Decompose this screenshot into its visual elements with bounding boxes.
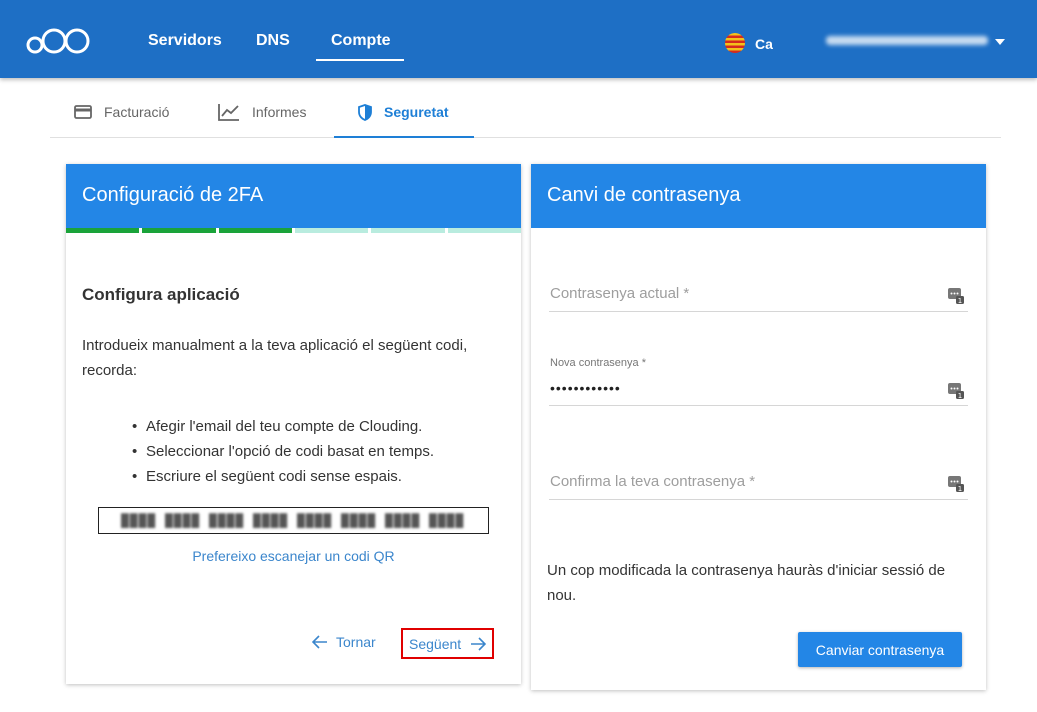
new-password-label: Nova contrasenya * (550, 357, 646, 369)
secret-code-box[interactable]: ████ ████ ████ ████ ████ ████ ████ ████ (98, 507, 489, 534)
nav-servidors[interactable]: Servidors (148, 32, 222, 50)
password-manager-icon[interactable]: 1 (948, 476, 964, 497)
language-selector[interactable]: Ca (755, 36, 773, 52)
arrow-left-icon (312, 635, 328, 649)
step-title: Configura aplicació (82, 285, 240, 304)
password-manager-icon[interactable]: 1 (948, 288, 964, 309)
list-item: Afegir l'email del teu compte de Cloudin… (146, 414, 434, 439)
clouding-logo[interactable] (25, 25, 91, 57)
password-title: Canvi de contrasenya (531, 164, 986, 228)
relogin-note: Un cop modificada la contrasenya hauràs … (547, 562, 946, 604)
svg-text:1: 1 (958, 392, 962, 399)
arrow-right-icon (470, 636, 487, 651)
password-card: Canvi de contrasenya Contrasenya actual … (531, 164, 986, 690)
top-navbar: Servidors DNS Compte Ca (0, 0, 1037, 78)
change-password-button[interactable]: Canviar contrasenya (798, 632, 962, 667)
current-password-field[interactable]: Contrasenya actual * 1 (549, 276, 968, 312)
current-password-placeholder: Contrasenya actual * (550, 285, 690, 302)
progress-step-done (66, 228, 140, 233)
user-account-menu[interactable] (826, 36, 988, 45)
twofa-title: Configuració de 2FA (66, 164, 521, 228)
catalan-flag-icon[interactable] (725, 33, 745, 53)
progress-step-todo (294, 228, 369, 233)
password-manager-icon[interactable]: 1 (948, 383, 964, 404)
progress-step-todo (371, 228, 445, 233)
confirm-password-placeholder: Confirma la teva contrasenya * (550, 473, 756, 490)
scan-qr-link[interactable]: Prefereixo escanejar un codi QR (66, 548, 521, 564)
nav-compte[interactable]: Compte (331, 32, 391, 50)
twofa-progress (66, 228, 521, 233)
account-subtabs: Facturació Informes Seguretat (50, 86, 1001, 138)
new-password-value: •••••••••••• (550, 380, 621, 396)
back-button[interactable]: Tornar (312, 634, 376, 650)
next-button[interactable]: Següent (401, 628, 494, 659)
progress-step-done (142, 228, 216, 233)
svg-text:1: 1 (958, 297, 962, 304)
active-tab-indicator (334, 136, 474, 138)
tab-seguretat[interactable]: Seguretat (358, 86, 449, 138)
progress-step-done (218, 228, 292, 233)
credit-card-icon (74, 105, 92, 119)
svg-text:1: 1 (958, 485, 962, 492)
back-label: Tornar (336, 634, 376, 650)
shield-icon (358, 103, 372, 121)
chevron-down-icon[interactable] (995, 39, 1005, 45)
nav-dns[interactable]: DNS (256, 32, 290, 50)
chart-line-icon (218, 103, 240, 121)
confirm-password-field[interactable]: Confirma la teva contrasenya * 1 (549, 464, 968, 500)
new-password-field[interactable]: Nova contrasenya * •••••••••••• 1 (549, 354, 968, 406)
active-nav-indicator (316, 59, 404, 61)
progress-step-todo (447, 228, 521, 233)
tab-facturacio[interactable]: Facturació (74, 86, 169, 138)
tab-label: Seguretat (384, 104, 449, 120)
twofa-card: Configuració de 2FA Configura aplicació … (66, 164, 521, 684)
secret-code-redacted: ████ ████ ████ ████ ████ ████ ████ ████ (121, 513, 465, 528)
twofa-instructions: Afegir l'email del teu compte de Cloudin… (146, 414, 434, 489)
next-label: Següent (409, 635, 462, 652)
twofa-intro: Introdueix manualment a la teva aplicaci… (82, 337, 468, 379)
tab-label: Informes (252, 104, 307, 120)
tab-informes[interactable]: Informes (218, 86, 306, 138)
list-item: Seleccionar l'opció de codi basat en tem… (146, 439, 434, 464)
tab-label: Facturació (104, 104, 170, 120)
list-item: Escriure el següent codi sense espais. (146, 464, 434, 489)
